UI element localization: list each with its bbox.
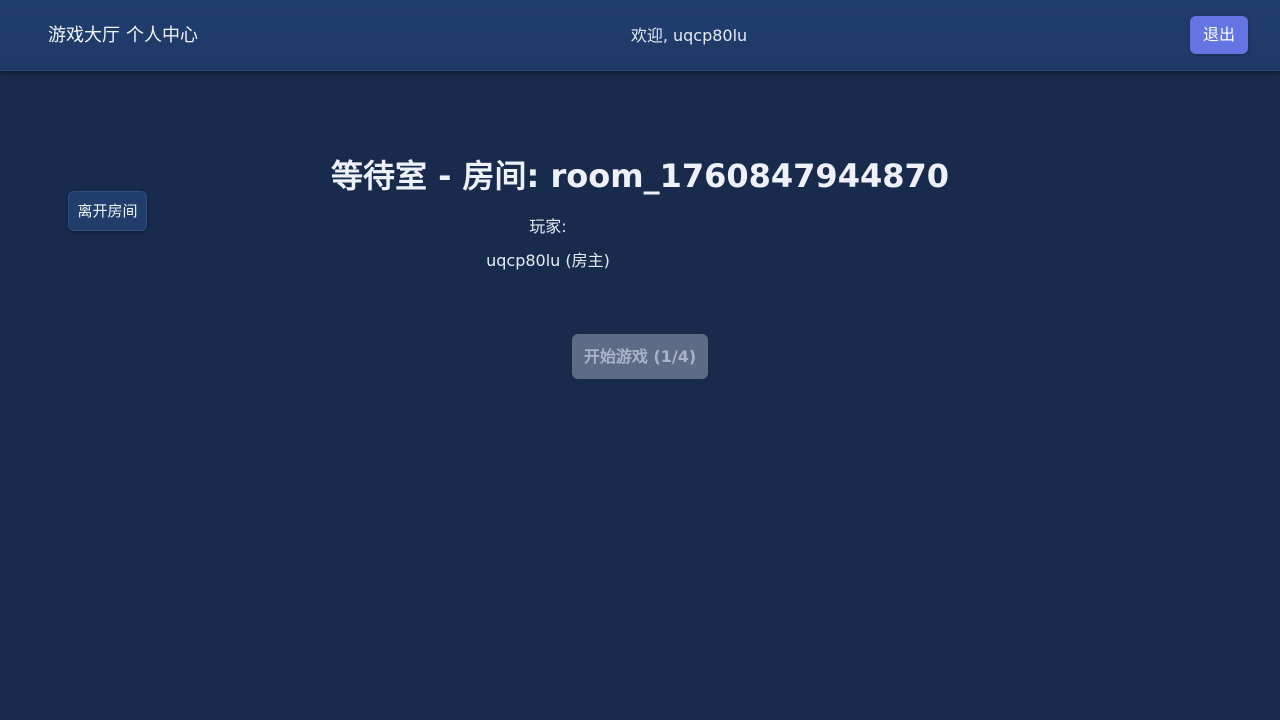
logout-button[interactable]: 退出 (1190, 16, 1248, 54)
players-label: 玩家: (529, 217, 567, 236)
top-navbar: 游戏大厅 个人中心 欢迎, uqcp80lu 退出 (0, 0, 1280, 71)
room-title: 等待室 - 房间: room_1760847944870 (330, 157, 950, 195)
player-list-item: uqcp80lu (房主) (486, 251, 610, 270)
start-game-button[interactable]: 开始游戏 (1/4) (572, 334, 708, 379)
welcome-text: 欢迎, uqcp80lu (630, 26, 748, 45)
